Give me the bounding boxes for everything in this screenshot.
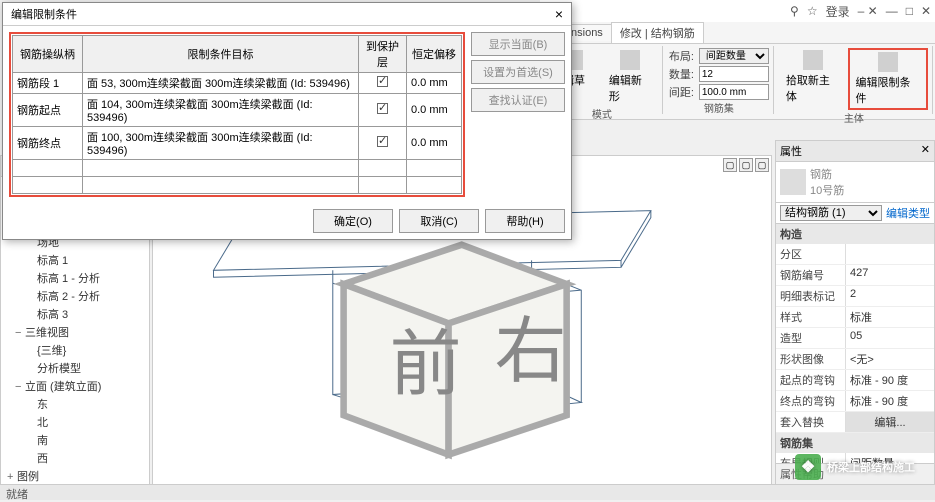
tree-item[interactable]: 西 (3, 449, 147, 467)
show-face-button[interactable]: 显示当面(B) (471, 32, 565, 56)
tree-item[interactable]: 分析模型 (3, 359, 147, 377)
col-handle: 钢筋操纵柄 (13, 36, 83, 73)
find-cert-button[interactable]: 查找认证(E) (471, 88, 565, 112)
edit-constraints-button[interactable]: 编辑限制条件 (848, 48, 928, 110)
layout-select[interactable]: 间距数量 (699, 48, 769, 64)
prop-group-header[interactable]: 钢筋集 (776, 433, 934, 453)
title-bar: ⚲ ☆ 登录 – ✕ — □ ✕ (540, 0, 935, 22)
prop-row[interactable]: 造型05 (776, 328, 934, 349)
min-button[interactable]: — (886, 4, 898, 18)
prop-row[interactable]: 起点的弯钩标准 - 90 度 (776, 370, 934, 391)
type-thumbnail (780, 169, 806, 195)
type-name: 钢筋10号筋 (810, 166, 930, 198)
constraints-table: 钢筋操纵柄 限制条件目标 到保护层 恒定偏移 钢筋段 1面 53, 300m连续… (12, 35, 462, 194)
tree-item[interactable]: 标高 3 (3, 305, 147, 323)
ok-button[interactable]: 确定(O) (313, 209, 393, 233)
max-button[interactable]: □ (906, 4, 913, 18)
dialog-title-text: 编辑限制条件 (11, 6, 77, 22)
col-offset: 恒定偏移 (407, 36, 462, 73)
cover-checkbox[interactable] (377, 76, 388, 87)
tree-item[interactable]: −立面 (建筑立面) (3, 377, 147, 395)
dialog-close-button[interactable]: × (555, 6, 563, 22)
people-icon[interactable]: ⚲ (790, 4, 799, 18)
svg-text:右: 右 (494, 312, 566, 392)
status-bar: 就绪 (0, 484, 935, 500)
prop-row[interactable]: 终点的弯钩标准 - 90 度 (776, 391, 934, 412)
cover-checkbox[interactable] (377, 136, 388, 147)
table-row[interactable]: 钢筋段 1面 53, 300m连续梁截面 300m连续梁截面 (Id: 5394… (13, 73, 462, 94)
col-cover: 到保护层 (359, 36, 407, 73)
group-rebarset-label: 钢筋集 (704, 100, 734, 115)
qty-input[interactable] (699, 66, 769, 82)
watermark: ❖ 桥梁上部结构施工 (795, 454, 915, 480)
prop-row[interactable]: 形状图像<无> (776, 349, 934, 370)
edit-constraints-dialog: 编辑限制条件 × 钢筋操纵柄 限制条件目标 到保护层 恒定偏移 钢筋段 1面 5… (2, 2, 572, 240)
props-title-text: 属性 (780, 143, 802, 159)
tree-item[interactable]: 南 (3, 431, 147, 449)
props-close-button[interactable]: ✕ (921, 143, 930, 159)
tree-item[interactable]: 东 (3, 395, 147, 413)
tree-item[interactable]: 标高 1 (3, 251, 147, 269)
prop-row[interactable]: 明细表标记2 (776, 286, 934, 307)
tab-modify-rebar[interactable]: 修改 | 结构钢筋 (611, 22, 704, 43)
shape-icon (620, 50, 640, 70)
star-icon[interactable]: ☆ (807, 4, 818, 18)
table-row[interactable]: 钢筋起点面 104, 300m连续梁截面 300m连续梁截面 (Id: 5394… (13, 94, 462, 127)
edit-type-button[interactable]: 编辑类型 (886, 205, 930, 221)
properties-panel: 属性 ✕ 钢筋10号筋 结构钢筋 (1) 编辑类型 构造分区钢筋编号427明细表… (775, 140, 935, 485)
table-row[interactable]: 钢筋终点面 100, 300m连续梁截面 300m连续梁截面 (Id: 5394… (13, 127, 462, 160)
set-preferred-button[interactable]: 设置为首选(S) (471, 60, 565, 84)
dash-icon[interactable]: – ✕ (858, 4, 878, 18)
svg-text:前: 前 (390, 325, 462, 405)
spacing-input[interactable] (699, 84, 769, 100)
group-host-label: 主体 (844, 110, 864, 125)
wechat-icon: ❖ (795, 454, 821, 480)
prop-row[interactable]: 钢筋编号427 (776, 265, 934, 286)
instance-selector[interactable]: 结构钢筋 (1) (780, 205, 882, 221)
col-target: 限制条件目标 (83, 36, 359, 73)
tree-item[interactable]: 标高 1 - 分析 (3, 269, 147, 287)
constraints-icon (878, 52, 898, 72)
tree-item[interactable]: −三维视图 (3, 323, 147, 341)
group-mode-label: 模式 (592, 106, 612, 121)
tree-item[interactable]: +图例 (3, 467, 147, 485)
prop-group-header[interactable]: 构造 (776, 224, 934, 244)
prop-row[interactable]: 套入替换编辑... (776, 412, 934, 433)
help-button[interactable]: 帮助(H) (485, 209, 565, 233)
tree-item[interactable]: 标高 2 - 分析 (3, 287, 147, 305)
canvas-tool-3[interactable]: ▢ (755, 158, 769, 172)
tree-item[interactable]: {三维} (3, 341, 147, 359)
edit-shape-button[interactable]: 编辑新形 (603, 48, 658, 106)
ribbon-tabs: Extensions 修改 | 结构钢筋 (540, 22, 935, 44)
cover-checkbox[interactable] (377, 103, 388, 114)
close-button[interactable]: ✕ (921, 4, 931, 18)
spacing-label: 间距: (669, 84, 699, 100)
login-button[interactable]: 登录 (826, 3, 850, 20)
prop-row[interactable]: 样式标准 (776, 307, 934, 328)
qty-label: 数量: (669, 66, 699, 82)
tree-item[interactable]: 北 (3, 413, 147, 431)
cancel-button[interactable]: 取消(C) (399, 209, 479, 233)
pick-icon (803, 50, 823, 70)
pick-host-button[interactable]: 拾取新主体 (780, 48, 846, 110)
layout-label: 布局: (669, 48, 699, 64)
prop-row[interactable]: 分区 (776, 244, 934, 265)
